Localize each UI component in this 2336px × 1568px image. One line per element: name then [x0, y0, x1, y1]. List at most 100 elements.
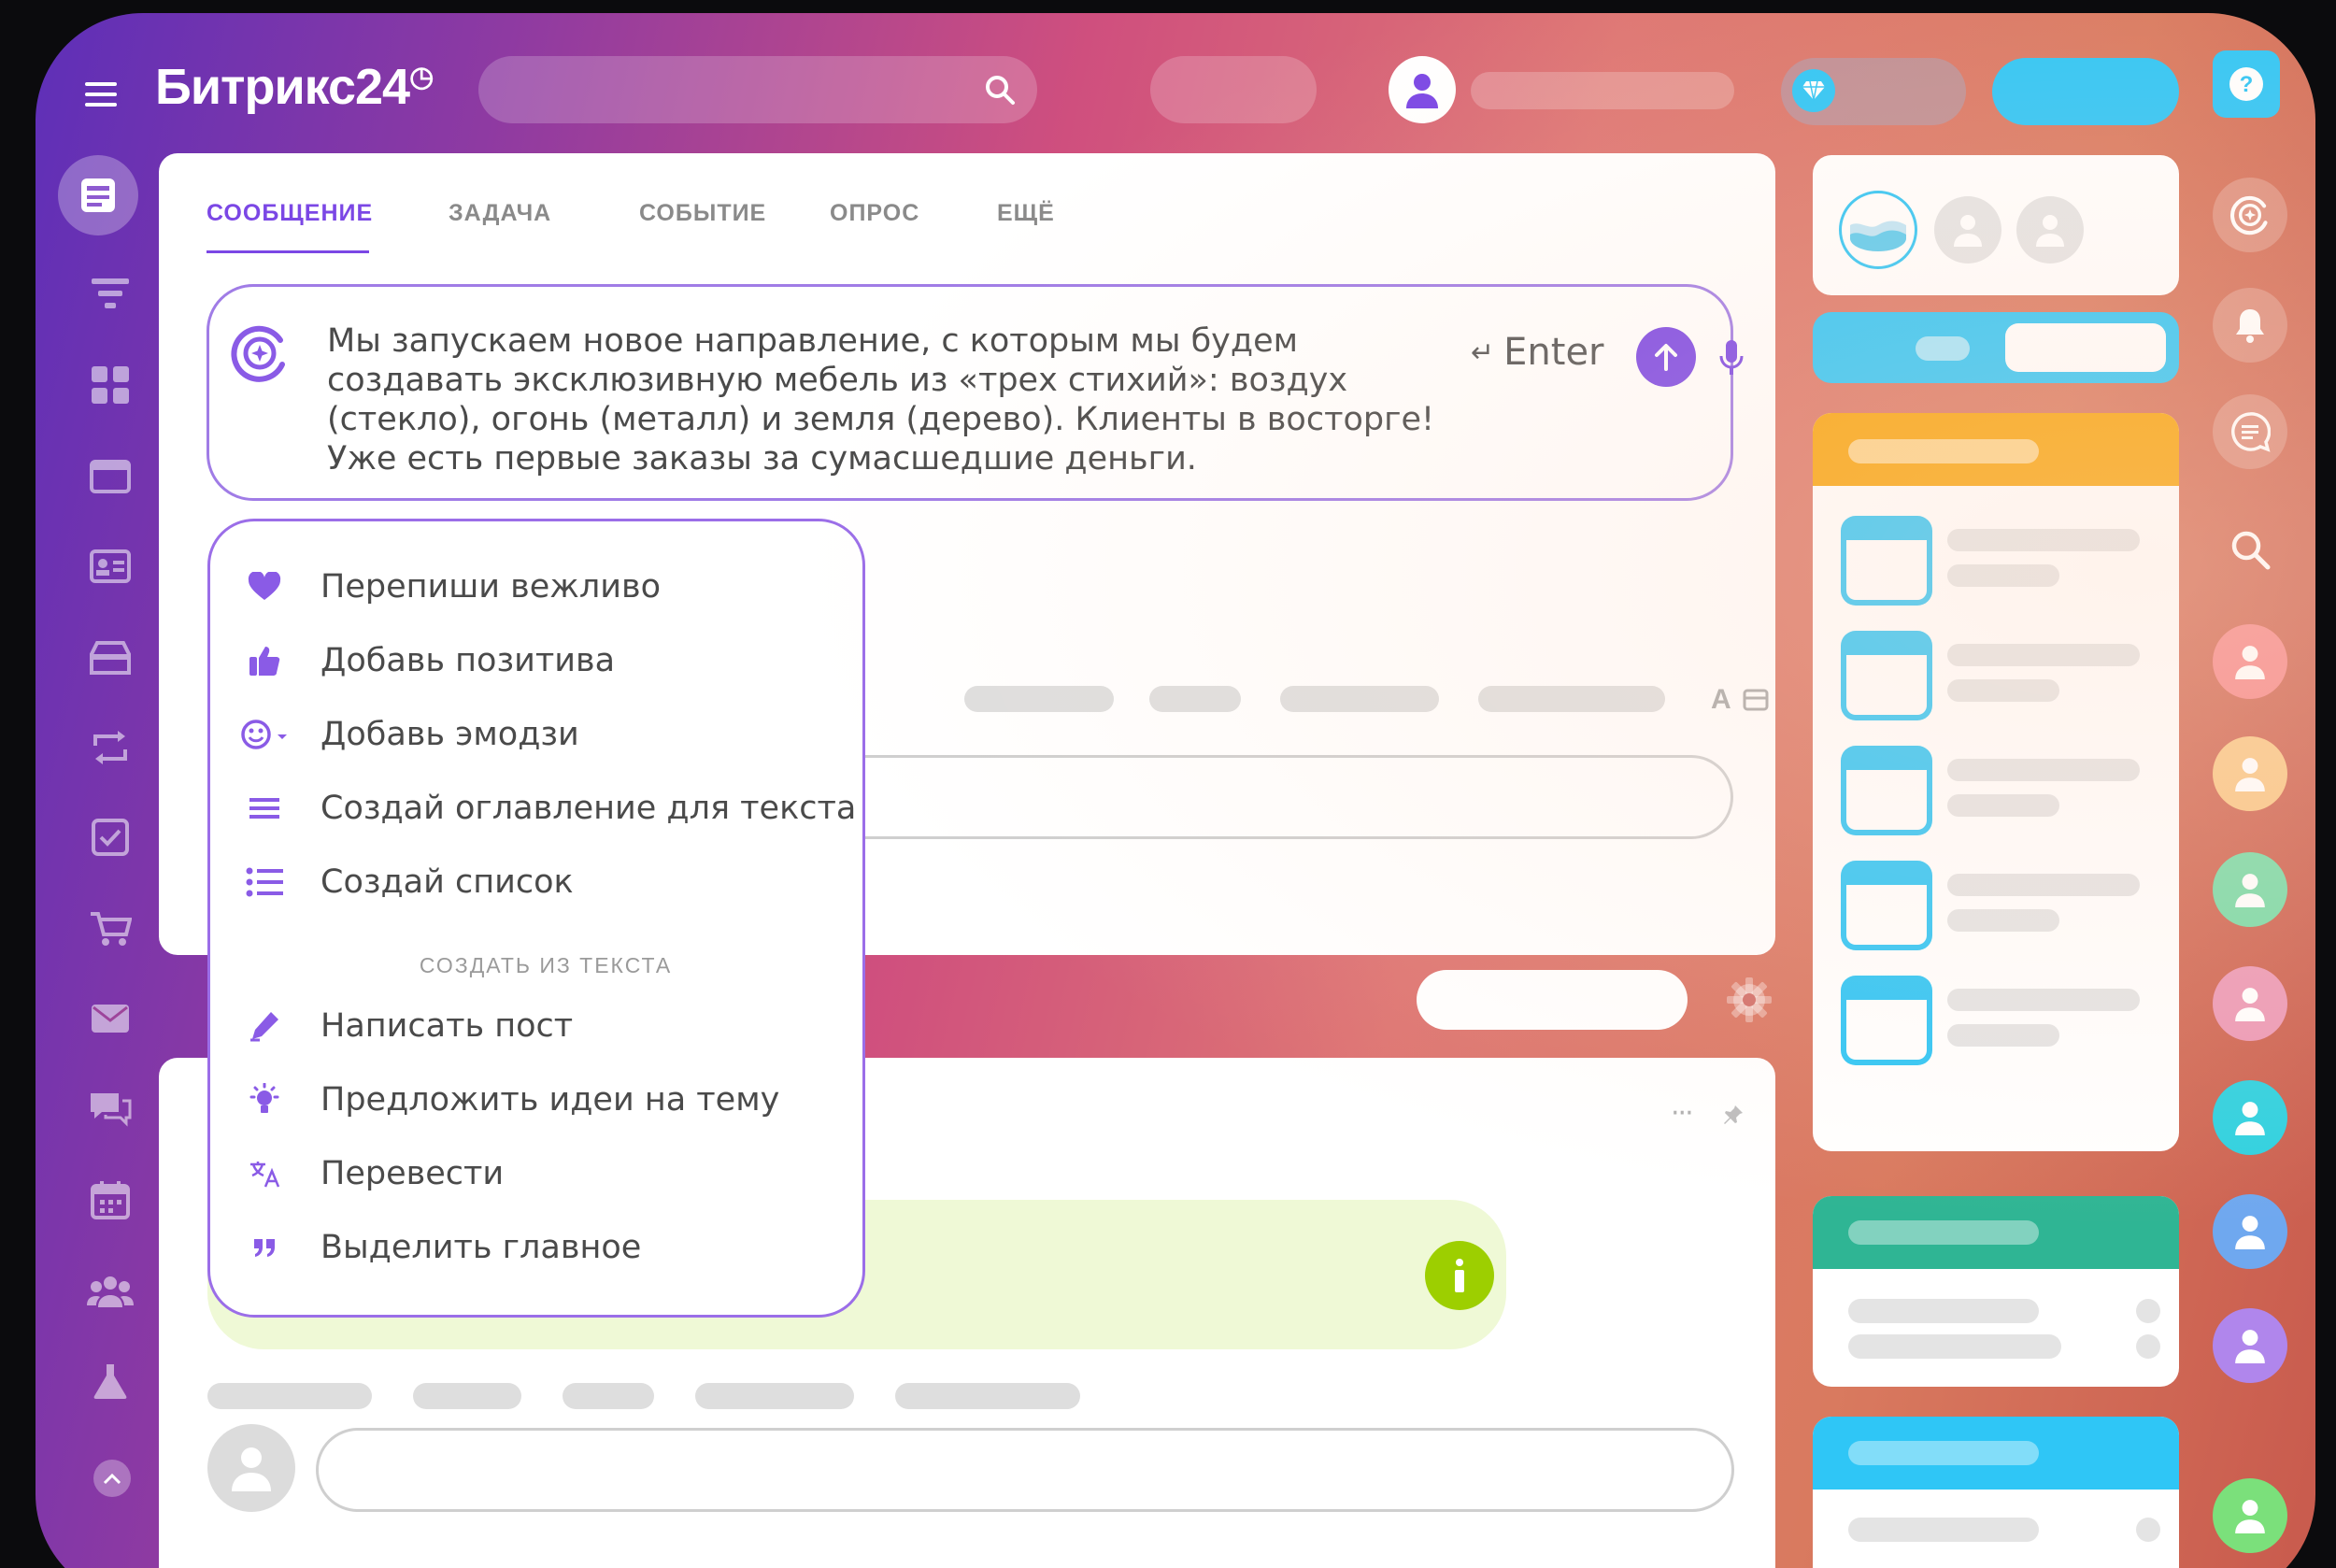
dashboard-nav-icon[interactable]	[73, 357, 148, 413]
menu-item-add-positive[interactable]: Добавь позитива	[210, 633, 862, 689]
task-item[interactable]	[1841, 861, 2158, 950]
thumbs-up-icon	[236, 645, 292, 677]
help-icon[interactable]: ?	[2213, 50, 2280, 118]
svg-text:?: ?	[2240, 72, 2254, 97]
tab-message[interactable]: СООБЩЕНИЕ	[207, 200, 373, 227]
toolbar-placeholder[interactable]	[1280, 686, 1439, 712]
header-placeholder-pill[interactable]	[1150, 56, 1317, 123]
tab-poll[interactable]: ОПРОС	[830, 200, 919, 227]
task-item[interactable]	[1841, 631, 2158, 720]
menu-item-translate[interactable]: Перевести	[210, 1146, 862, 1202]
task-item[interactable]	[1841, 516, 2158, 606]
feed-nav-active[interactable]	[58, 155, 138, 235]
microphone-icon[interactable]	[1715, 336, 1748, 379]
contact-avatar-pink[interactable]	[2213, 966, 2287, 1041]
toggle-option-off[interactable]	[1916, 336, 1970, 361]
toolbar-placeholder[interactable]	[1149, 686, 1241, 712]
message-text[interactable]: Мы запускаем новое направление, с которы…	[327, 321, 1476, 478]
row-dot[interactable]	[2136, 1518, 2160, 1542]
employee-avatar[interactable]	[2016, 196, 2084, 264]
hamburger-menu-icon[interactable]	[73, 71, 129, 118]
row-placeholder[interactable]	[1848, 1299, 2039, 1323]
post-more-icon[interactable]: ···	[1671, 1097, 1694, 1130]
toolbar-placeholder[interactable]	[1478, 686, 1665, 712]
menu-item-label: Добавь эмодзи	[320, 716, 579, 753]
copilot-side-icon[interactable]	[2213, 178, 2287, 252]
ai-copilot-menu: Перепиши вежливо Добавь позитива Добавь …	[207, 519, 865, 1318]
menu-item-highlight-main[interactable]: Выделить главное	[210, 1219, 862, 1276]
menu-item-create-toc[interactable]: Создай оглавление для текста	[210, 780, 862, 836]
menu-item-write-post[interactable]: Написать пост	[210, 998, 862, 1054]
team-nav-icon[interactable]	[73, 1263, 148, 1319]
toolbar-placeholder[interactable]	[964, 686, 1114, 712]
lines-icon	[236, 796, 292, 820]
panel-toggle-icon[interactable]	[1742, 688, 1770, 712]
window-nav-icon[interactable]	[73, 449, 148, 505]
row-dot[interactable]	[2136, 1299, 2160, 1323]
action-placeholder[interactable]	[695, 1383, 854, 1409]
collapse-up-icon[interactable]	[93, 1460, 131, 1497]
search-input[interactable]	[478, 56, 1037, 123]
chat-list-icon[interactable]	[2213, 394, 2287, 469]
action-placeholder[interactable]	[895, 1383, 1080, 1409]
search-side-icon[interactable]	[2213, 512, 2287, 587]
info-icon[interactable]	[1425, 1241, 1494, 1310]
storage-nav-icon[interactable]	[73, 630, 148, 686]
tab-task[interactable]: ЗАДАЧА	[449, 200, 551, 227]
tab-more[interactable]: ЕЩЁ	[997, 200, 1055, 227]
tariff-pill[interactable]	[1781, 58, 1966, 125]
action-placeholder[interactable]	[413, 1383, 521, 1409]
copilot-icon[interactable]	[230, 323, 290, 383]
logo[interactable]: Битрикс24◷	[155, 58, 434, 116]
filter-placeholder-pill[interactable]	[1417, 970, 1688, 1030]
lab-nav-icon[interactable]	[73, 1353, 148, 1409]
enter-glyph-icon: ↵	[1471, 335, 1495, 369]
row-placeholder[interactable]	[1848, 1334, 2061, 1359]
contacts-nav-icon[interactable]	[73, 538, 148, 594]
tasks-nav-icon[interactable]	[73, 809, 148, 865]
action-placeholder[interactable]	[563, 1383, 654, 1409]
task-item[interactable]	[1841, 976, 2158, 1065]
row-placeholder[interactable]	[1848, 1518, 2039, 1542]
contact-avatar-red[interactable]	[2213, 624, 2287, 699]
toggle-option-on[interactable]	[2005, 323, 2166, 372]
font-format-icon[interactable]: A	[1711, 684, 1731, 716]
chat-nav-icon[interactable]	[73, 1082, 148, 1138]
menu-item-label: Написать пост	[320, 1007, 574, 1045]
tab-event[interactable]: СОБЫТИЕ	[639, 200, 766, 227]
calendar-nav-icon[interactable]	[73, 1172, 148, 1228]
settings-gear-icon[interactable]	[1723, 974, 1775, 1026]
invite-button[interactable]	[1992, 58, 2179, 125]
employees-widget[interactable]	[1813, 155, 2179, 295]
menu-item-rewrite-politely[interactable]: Перепиши вежливо	[210, 559, 862, 615]
contact-avatar-lime[interactable]	[2213, 1478, 2287, 1553]
toggle-widget[interactable]	[1813, 312, 2179, 383]
menu-item-create-list[interactable]: Создай список	[210, 854, 862, 910]
row-dot[interactable]	[2136, 1334, 2160, 1359]
bell-icon[interactable]	[2213, 288, 2287, 363]
mail-nav-icon[interactable]	[73, 991, 148, 1047]
search-icon[interactable]	[983, 73, 1017, 107]
menu-item-suggest-ideas[interactable]: Предложить идеи на тему	[210, 1072, 862, 1128]
company-logo-avatar[interactable]	[1839, 191, 1917, 269]
contact-avatar-violet[interactable]	[2213, 1308, 2287, 1383]
comment-input[interactable]	[316, 1428, 1734, 1512]
commenter-avatar[interactable]	[207, 1424, 295, 1512]
contact-avatar-green[interactable]	[2213, 852, 2287, 927]
employee-avatar[interactable]	[1934, 196, 2001, 264]
action-placeholder[interactable]	[207, 1383, 372, 1409]
task-meta-placeholder	[1947, 679, 2059, 702]
send-button[interactable]	[1636, 327, 1696, 387]
user-avatar[interactable]	[1389, 56, 1456, 123]
user-name-placeholder[interactable]	[1471, 72, 1734, 109]
contact-avatar-orange[interactable]	[2213, 736, 2287, 811]
blue-widget-header	[1813, 1417, 2179, 1490]
contact-avatar-blue[interactable]	[2213, 1194, 2287, 1269]
filter-nav-icon[interactable]	[73, 267, 148, 323]
contact-avatar-teal[interactable]	[2213, 1080, 2287, 1155]
menu-item-add-emoji[interactable]: Добавь эмодзи	[210, 706, 862, 763]
sync-nav-icon[interactable]	[73, 720, 148, 776]
cart-nav-icon[interactable]	[73, 901, 148, 957]
task-item[interactable]	[1841, 746, 2158, 835]
pin-icon[interactable]	[1721, 1103, 1745, 1127]
